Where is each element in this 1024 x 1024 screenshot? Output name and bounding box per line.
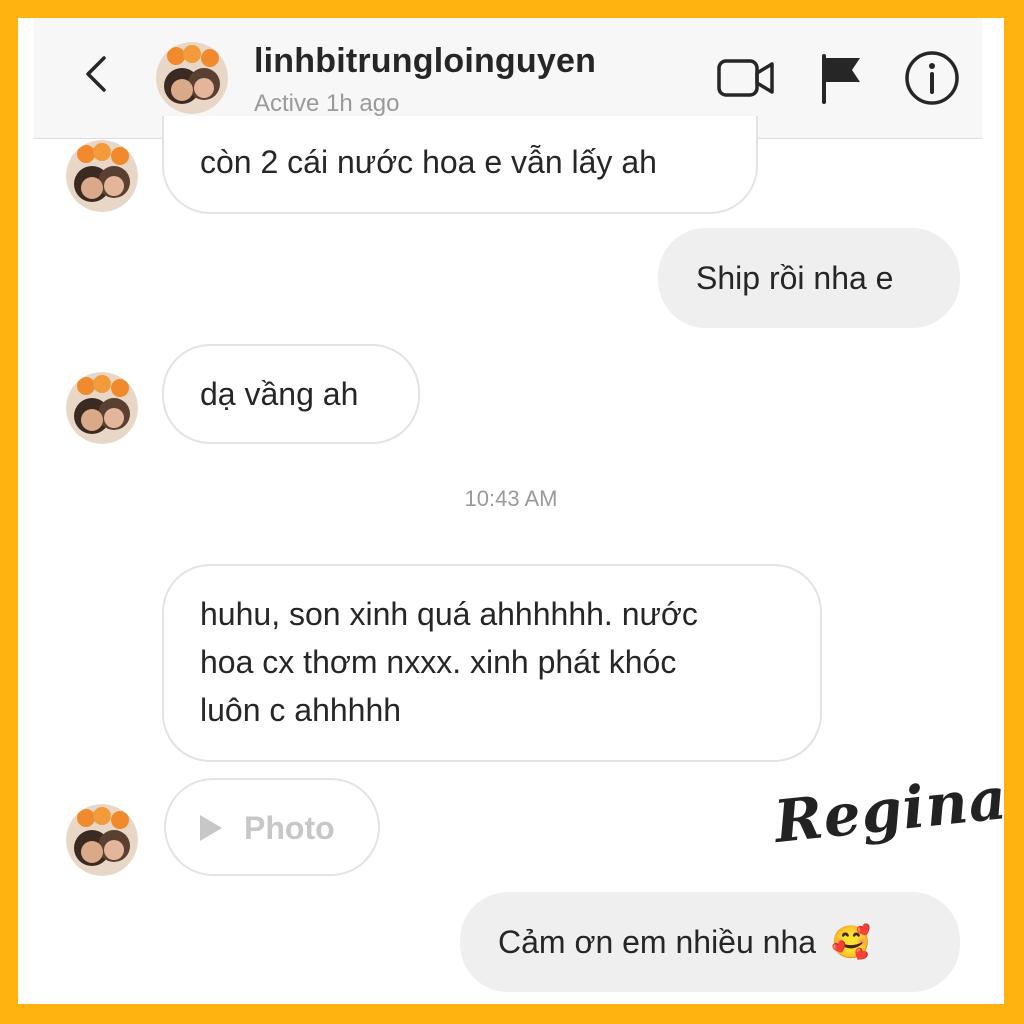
message-text: còn 2 cái nước hoa e vẫn lấy ah xyxy=(200,144,657,180)
watermark-signature: Regina xyxy=(771,763,1004,857)
message-text-line: hoa cx thơm nxxx. xinh phát khóc xyxy=(200,644,677,680)
info-icon[interactable] xyxy=(904,50,960,106)
active-status: Active 1h ago xyxy=(254,90,400,117)
message-bubble[interactable]: còn 2 cái nước hoa e vẫn lấy ah xyxy=(162,116,758,214)
avatar[interactable] xyxy=(66,140,138,212)
message-text: Cảm ơn em nhiều nha xyxy=(498,924,817,960)
chat-window: linhbitrungloinguyen Active 1h ago còn 2… xyxy=(18,18,1004,1004)
video-camera-icon[interactable] xyxy=(716,56,776,100)
photo-label: Photo xyxy=(244,810,335,846)
flag-icon[interactable] xyxy=(818,52,866,104)
message-bubble[interactable]: Ship rồi nha e xyxy=(658,228,960,328)
message-timestamp: 10:43 AM xyxy=(464,486,558,511)
play-icon xyxy=(200,815,222,841)
photo-message[interactable]: Photo xyxy=(164,778,380,876)
avatar[interactable] xyxy=(66,804,138,876)
message-bubble[interactable]: Cảm ơn em nhiều nha 🥰 xyxy=(460,892,960,992)
back-chevron-icon[interactable] xyxy=(78,54,118,94)
avatar[interactable] xyxy=(156,42,228,114)
message-text: dạ vầng ah xyxy=(200,376,359,412)
avatar[interactable] xyxy=(66,372,138,444)
message-text-line: huhu, son xinh quá ahhhhhh. nước xyxy=(200,596,698,632)
message-bubble[interactable]: huhu, son xinh quá ahhhhhh. nước hoa cx … xyxy=(162,564,822,762)
message-text: Ship rồi nha e xyxy=(696,260,894,296)
smiling-hearts-emoji-icon: 🥰 xyxy=(830,924,871,960)
message-bubble[interactable]: dạ vầng ah xyxy=(162,344,420,444)
message-text-line: luôn c ahhhhh xyxy=(200,692,402,728)
chat-username[interactable]: linhbitrungloinguyen xyxy=(254,42,596,81)
